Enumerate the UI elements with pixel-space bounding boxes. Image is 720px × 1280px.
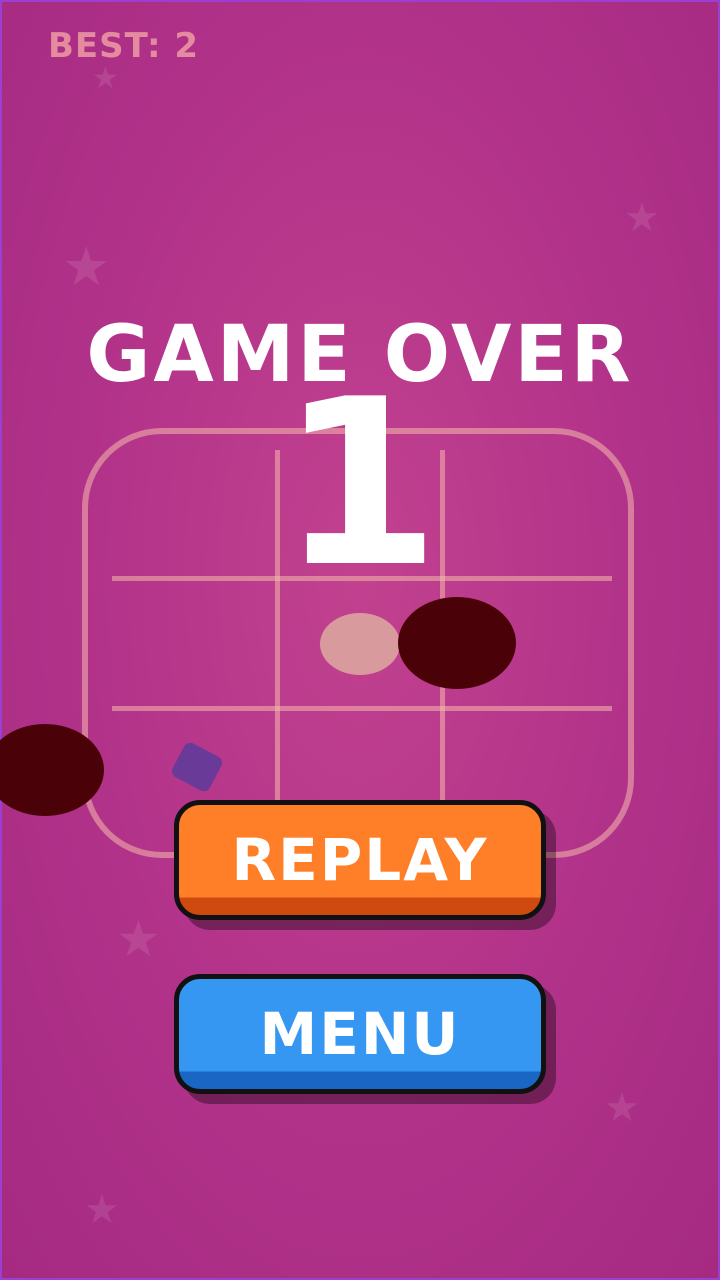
star-icon: ★: [624, 195, 660, 241]
grid-line: [112, 706, 612, 711]
game-screen: BEST: 2 ★ ★ ★ ★ ★ ★ GAME OVER 1 REPLAY M…: [0, 0, 720, 1280]
replay-button[interactable]: REPLAY: [174, 800, 546, 920]
final-score: 1: [279, 351, 441, 618]
star-icon: ★: [116, 910, 161, 968]
star-icon: ★: [604, 1085, 640, 1131]
menu-button[interactable]: MENU: [174, 974, 546, 1094]
star-icon: ★: [84, 1187, 120, 1233]
star-icon: ★: [62, 235, 111, 298]
light-puck: [320, 613, 400, 675]
star-icon: ★: [92, 61, 119, 96]
best-score-label: BEST: 2: [48, 26, 200, 66]
